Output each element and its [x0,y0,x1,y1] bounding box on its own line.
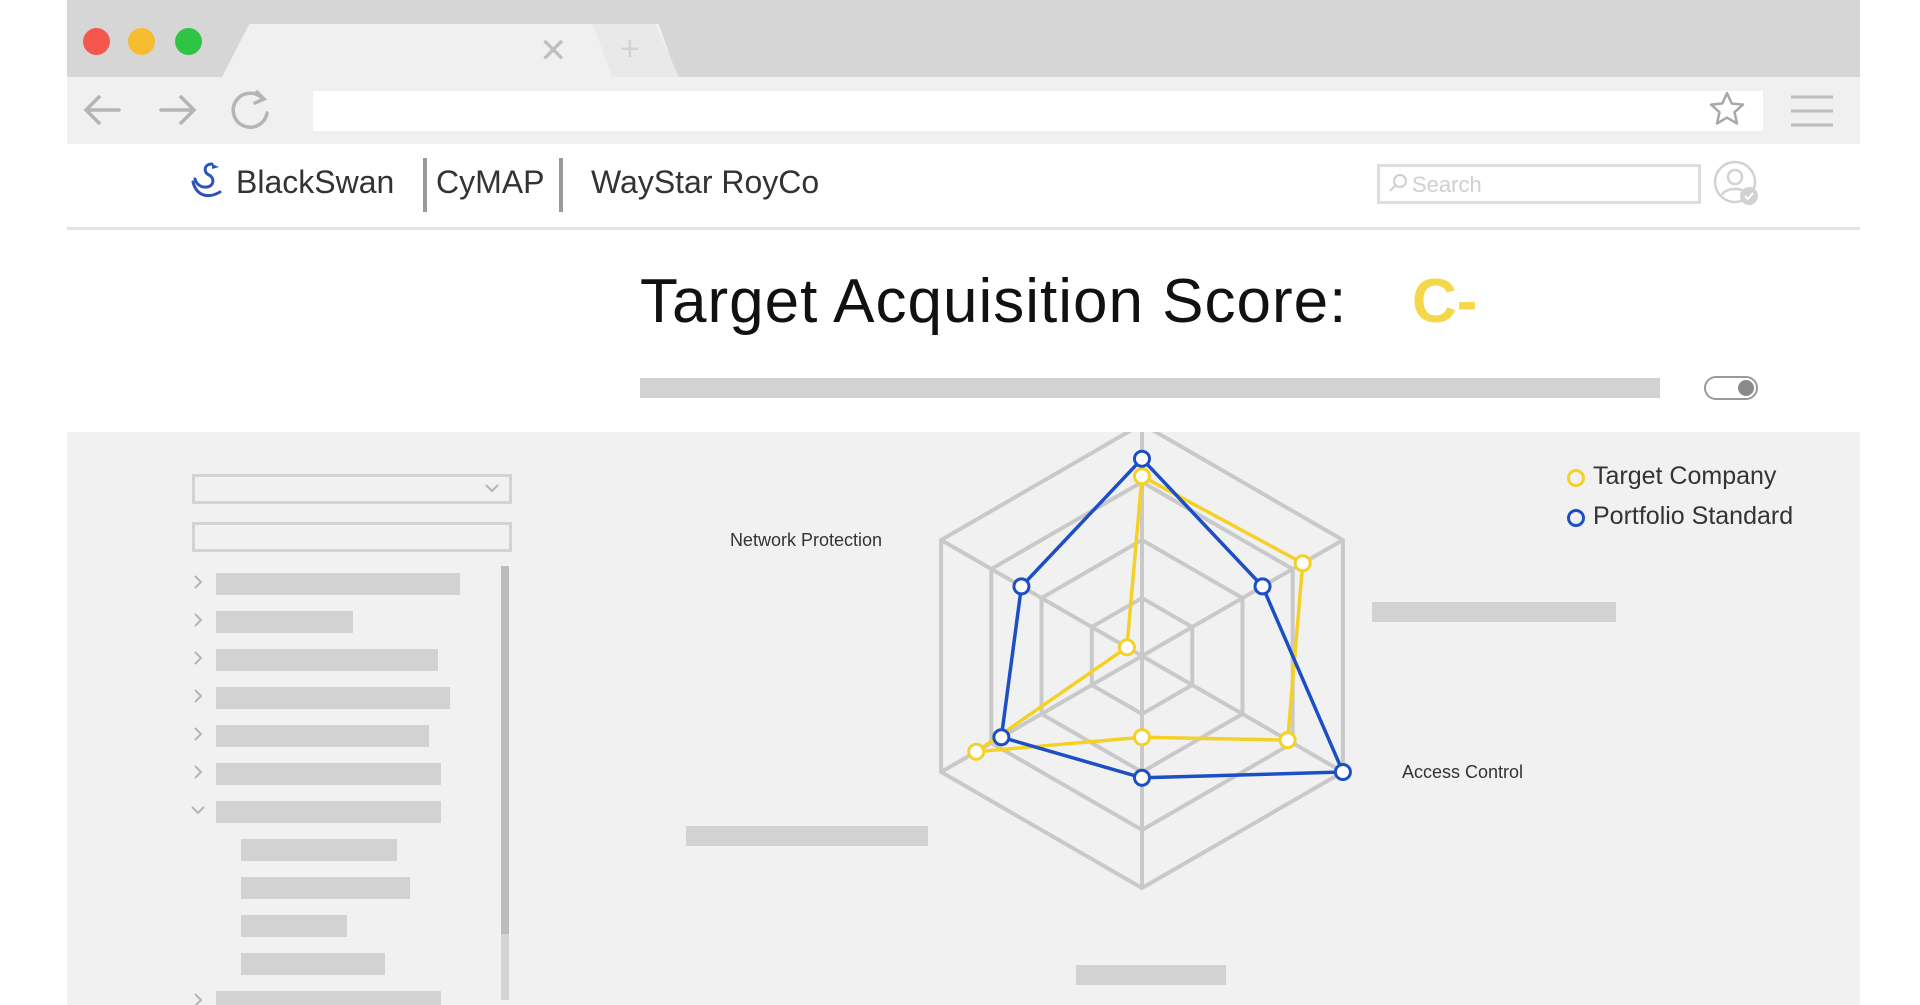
minimize-window-button[interactable] [128,28,155,55]
address-bar[interactable] [313,91,1763,131]
score-section: Target Acquisition Score: C- [67,230,1860,430]
search-box[interactable] [1377,164,1701,204]
reload-icon[interactable] [227,87,273,133]
plus-icon[interactable]: + [620,32,640,66]
view-toggle[interactable] [1704,376,1758,400]
legend-item-portfolio: Portfolio Standard [1567,496,1793,536]
blackswan-logo-icon [191,162,222,198]
brand-name: BlackSwan [236,164,395,200]
radar-series-1-point [967,742,986,761]
app-header: BlackSwan CyMAP WayStar RoyCo [67,144,1860,230]
browser-toolbar [67,77,1860,144]
radar-series-2-point [1253,577,1272,596]
header-divider [559,158,563,212]
score-title: Target Acquisition Score: [640,267,1348,336]
legend-label: Portfolio Standard [1593,502,1794,530]
hamburger-menu-icon[interactable] [1789,93,1835,129]
radar-series-1-point [1117,638,1136,657]
toggle-knob [1738,380,1754,396]
radar-series-2-point [1133,768,1151,787]
placeholder-bar [640,378,1660,398]
browser-window: ✕ + BlackSwan CyMAP WayStar RoyCo Search… [67,0,1860,1005]
legend-item-target: Target Company [1567,456,1793,496]
bookmark-star-icon[interactable] [1707,89,1747,129]
browser-tab-bar: ✕ + [67,0,1860,77]
radar-series-2-point [1133,449,1151,468]
radar-series-1-point [1133,728,1151,747]
back-arrow-icon[interactable] [79,87,125,133]
legend-portfolio-ring [1567,509,1585,527]
radar-series-2-point [1333,763,1352,781]
content-panel: Endpoint ProtectionAccess ControlNetwork… [67,432,1860,1005]
chart-legend: Target Company Portfolio Standard [1567,456,1793,536]
tab-close-icon[interactable]: ✕ [539,34,568,68]
maximize-window-button[interactable] [175,28,202,55]
legend-label: Target Company [1593,462,1777,490]
company-name: WayStar RoyCo [591,164,820,200]
score-grade: C- [1412,267,1478,336]
close-window-button[interactable] [83,28,110,55]
radar-series-1-point [1293,554,1312,573]
radar-series-2-point [1012,577,1031,596]
user-avatar-icon[interactable] [1713,160,1761,208]
product-name: CyMAP [436,164,545,200]
radar-axis-label: Network Protection [730,530,882,550]
forward-arrow-icon[interactable] [155,87,201,133]
header-divider [423,158,427,212]
legend-target-ring [1567,469,1585,487]
radar-series-2-point [992,728,1011,747]
radar-series-1-point [1133,467,1151,486]
radar-axis-label: Access Control [1402,762,1523,782]
search-icon [1389,174,1407,192]
radar-series-1-point [1278,731,1297,750]
search-input[interactable] [1412,171,1692,199]
